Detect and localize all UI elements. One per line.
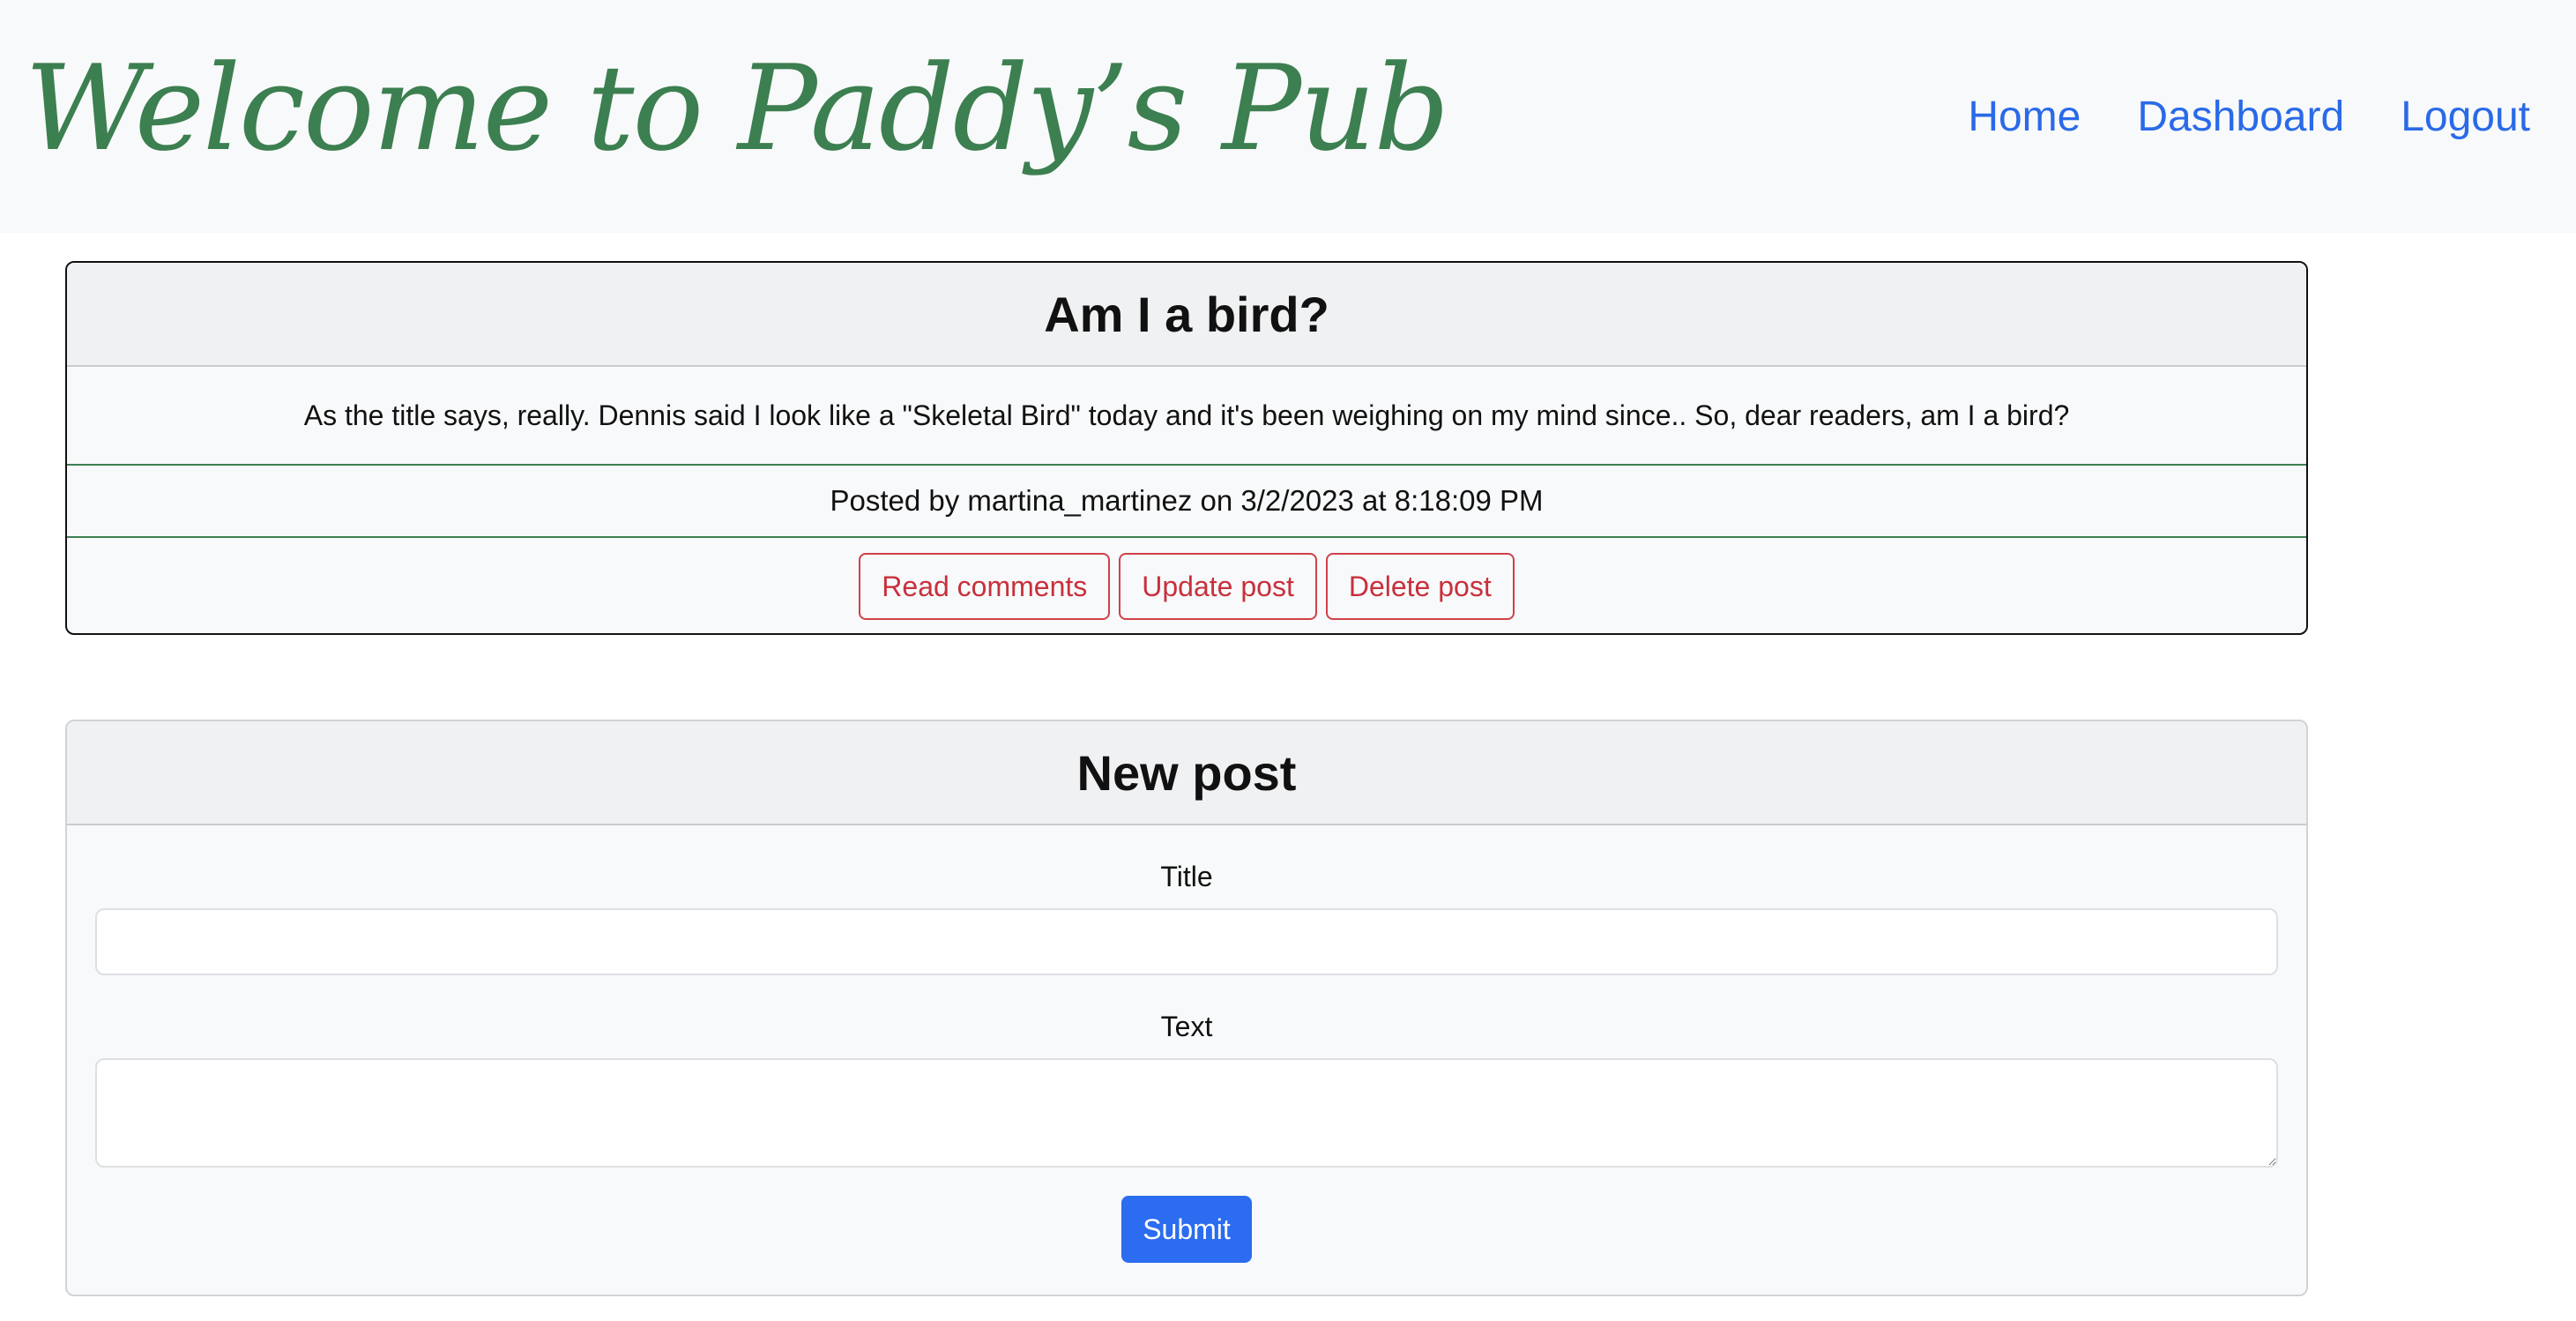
submit-row: Submit [95, 1196, 2278, 1263]
nav-dashboard-link[interactable]: Dashboard [2137, 86, 2344, 148]
nav-logout-link[interactable]: Logout [2401, 86, 2530, 148]
title-input[interactable] [95, 908, 2278, 975]
nav-home-link[interactable]: Home [1968, 86, 2081, 148]
delete-post-button[interactable]: Delete post [1325, 553, 1515, 620]
nav-links: Home Dashboard Logout [1968, 86, 2530, 148]
post-header: Am I a bird? [67, 263, 2306, 367]
new-post-header: New post [67, 721, 2306, 825]
post-body: As the title says, really. Dennis said I… [67, 367, 2306, 466]
post-meta: Posted by martina_martinez on 3/2/2023 a… [67, 466, 2306, 538]
site-title: Welcome to Paddy’s Pub [25, 40, 1449, 177]
submit-button[interactable]: Submit [1121, 1196, 1252, 1263]
text-input[interactable] [95, 1058, 2278, 1168]
title-label: Title [1160, 861, 1213, 892]
new-post-card: New post Title Text Submit [65, 720, 2308, 1296]
text-label: Text [1160, 1011, 1213, 1042]
read-comments-button[interactable]: Read comments [859, 553, 1111, 620]
navbar: Welcome to Paddy’s Pub Home Dashboard Lo… [0, 0, 2576, 233]
new-post-heading: New post [1076, 744, 1297, 801]
new-post-form: Title Text Submit [67, 859, 2306, 1263]
update-post-button[interactable]: Update post [1119, 553, 1317, 620]
post-card: Am I a bird? As the title says, really. … [65, 261, 2308, 635]
post-title: Am I a bird? [1044, 286, 1329, 342]
post-actions: Read comments Update post Delete post [67, 538, 2306, 633]
